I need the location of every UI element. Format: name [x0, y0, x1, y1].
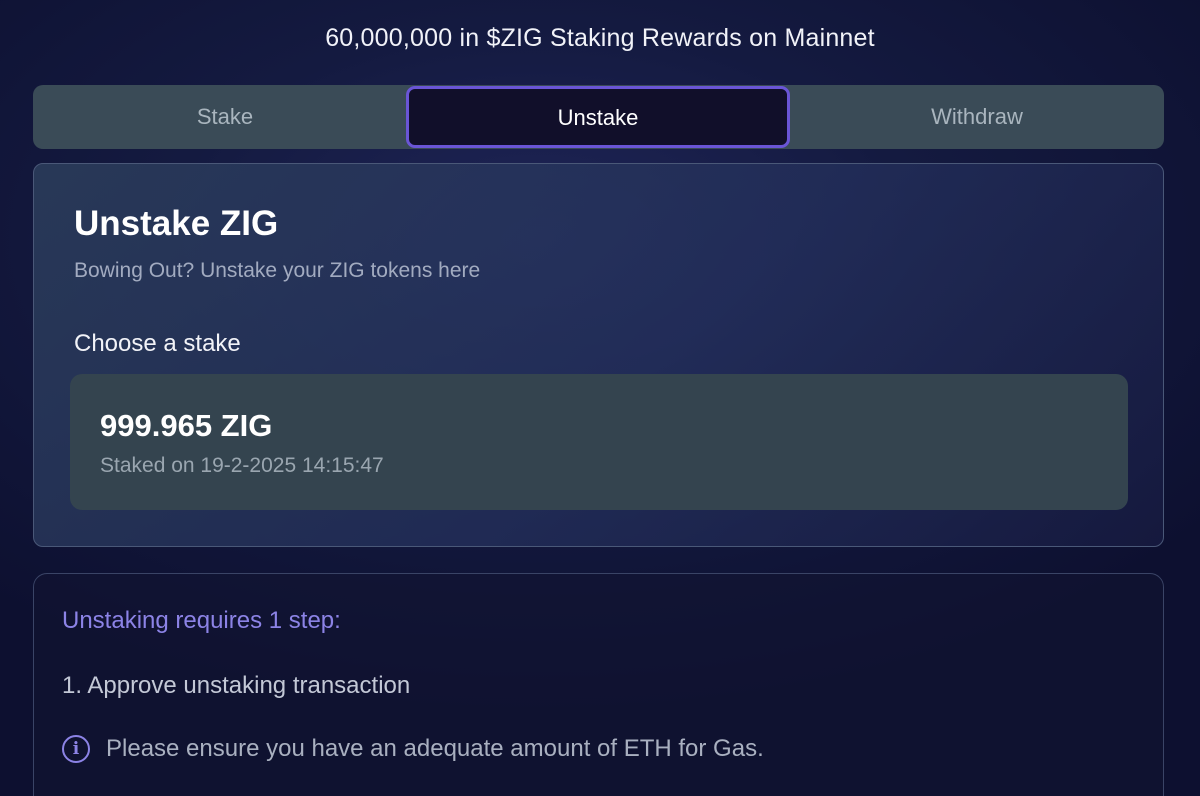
tab-unstake[interactable]: Unstake: [406, 86, 790, 148]
stake-option[interactable]: 999.965 ZIG Staked on 19-2-2025 14:15:47: [70, 374, 1128, 510]
gas-note-text: Please ensure you have an adequate amoun…: [106, 735, 764, 762]
unstake-card: Unstake ZIG Bowing Out? Unstake your ZIG…: [33, 163, 1164, 547]
card-title: Unstake ZIG: [74, 204, 279, 243]
choose-stake-label: Choose a stake: [74, 330, 241, 357]
tab-bar: Stake Unstake Withdraw: [33, 85, 1164, 149]
card-subtitle: Bowing Out? Unstake your ZIG tokens here: [74, 259, 481, 282]
unstake-info-panel: Unstaking requires 1 step: 1. Approve un…: [33, 573, 1164, 796]
stake-date: Staked on 19-2-2025 14:15:47: [100, 454, 384, 477]
requirement-heading: Unstaking requires 1 step:: [62, 607, 341, 634]
step-item: 1. Approve unstaking transaction: [62, 672, 411, 699]
gas-note: i Please ensure you have an adequate amo…: [62, 735, 764, 763]
stake-amount: 999.965 ZIG: [100, 408, 273, 443]
tab-withdraw[interactable]: Withdraw: [790, 85, 1164, 149]
info-icon: i: [62, 735, 90, 763]
rewards-banner: 60,000,000 in $ZIG Staking Rewards on Ma…: [325, 24, 875, 52]
tab-stake[interactable]: Stake: [33, 85, 417, 149]
